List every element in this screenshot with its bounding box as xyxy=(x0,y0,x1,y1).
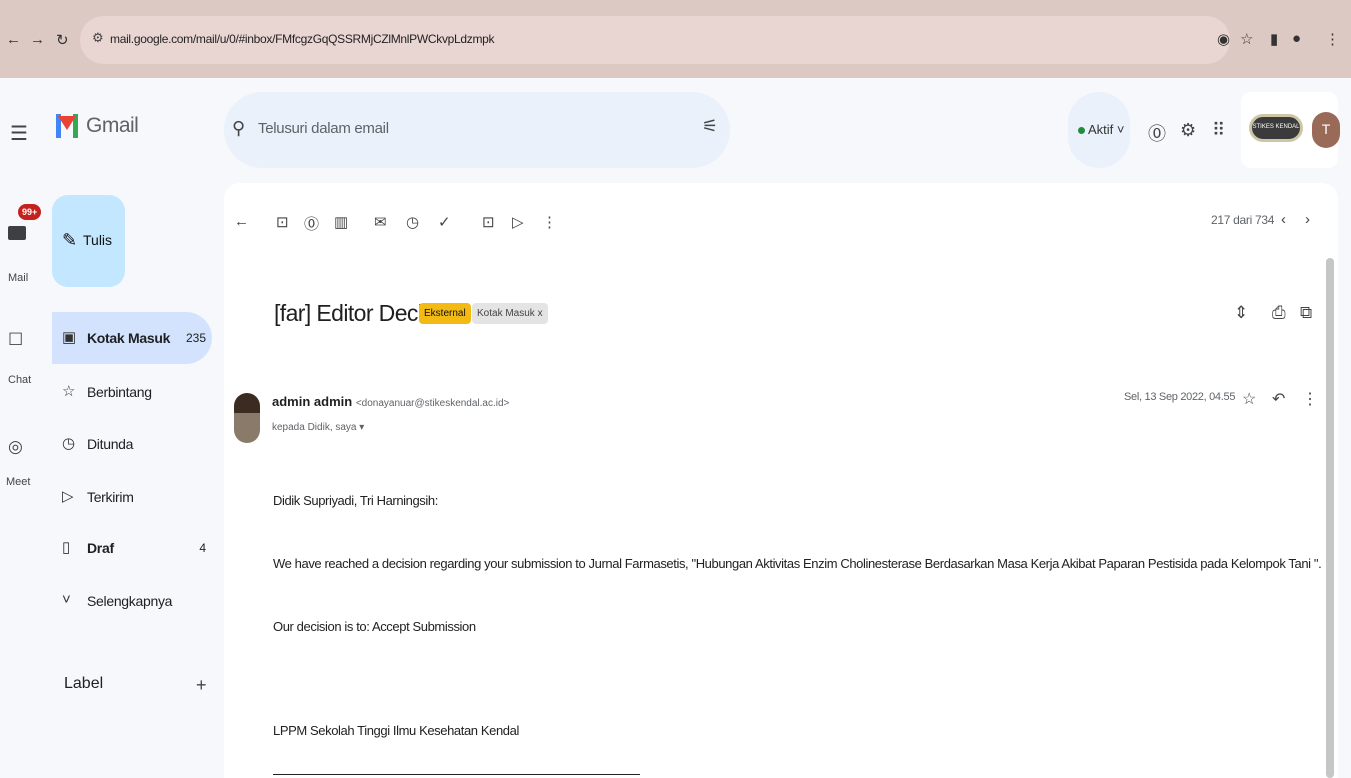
nav-item-count: 4 xyxy=(199,541,206,555)
draft-icon: ▯ xyxy=(62,539,71,556)
reload-icon[interactable]: ↻ xyxy=(56,31,69,49)
newer-chevron-icon[interactable]: ‹ xyxy=(1281,211,1286,228)
body-decision: Our decision is to: Accept Submission xyxy=(273,619,476,634)
nav-item-label: Terkirim xyxy=(87,489,134,505)
sender-email: <donayanuar@stikeskendal.ac.id> xyxy=(355,398,510,409)
sender-avatar[interactable] xyxy=(234,393,260,443)
sender-name[interactable]: admin admin xyxy=(272,394,352,409)
avatar[interactable]: T xyxy=(1312,112,1340,148)
mail-icon xyxy=(8,226,26,240)
more-options-icon[interactable]: ⋮ xyxy=(542,213,557,231)
message-view: ← ⊡ ⓪ ▥ ✉ ◷ ✓ ⊡ ▷ ⋮ 217 dari 734 ‹ › [fa… xyxy=(224,183,1338,778)
active-status-dot xyxy=(1078,127,1085,134)
help-icon[interactable]: ⓪ xyxy=(1148,120,1166,146)
rail-chat-label: Chat xyxy=(8,374,32,386)
labels-heading: Label xyxy=(64,675,104,692)
chevron-down-icon: ˅ xyxy=(62,591,71,608)
meet-icon[interactable]: ◎ xyxy=(8,437,23,457)
rail-mail[interactable]: 99+ xyxy=(8,204,42,240)
rail-mail-label: Mail xyxy=(8,272,29,284)
nav-item-label: Draf xyxy=(87,540,114,556)
gmail-m-icon xyxy=(56,114,78,138)
body-greeting: Didik Supriyadi, Tri Harningsih: xyxy=(273,493,438,508)
gmail-logo[interactable]: Gmail xyxy=(56,114,139,138)
nav-item-count: 235 xyxy=(185,331,206,345)
star-icon: ☆ xyxy=(62,383,76,400)
message-date: Sel, 13 Sep 2022, 04.55 xyxy=(1124,391,1236,403)
search-options-icon[interactable]: ⚟ xyxy=(702,116,718,137)
clock-icon: ◷ xyxy=(62,435,76,452)
pencil-icon: ✎ xyxy=(62,230,78,250)
mark-unread-icon[interactable]: ✉ xyxy=(374,213,387,231)
recipients-toggle[interactable]: kepada Didik, saya ▾ xyxy=(272,422,364,433)
browser-toolbar: ← → ↻ ⚙ mail.google.com/mail/u/0/#inbox/… xyxy=(0,0,1351,78)
mail-unread-badge: 99+ xyxy=(18,204,42,220)
apps-grid-icon[interactable]: ⠿ xyxy=(1212,120,1225,141)
bookmark-star-icon[interactable]: ☆ xyxy=(1240,30,1253,48)
org-logo: STIKES KENDAL xyxy=(1249,114,1303,142)
site-settings-icon[interactable]: ⚙ xyxy=(92,30,104,46)
divider xyxy=(273,774,640,775)
reply-icon[interactable]: ↶ xyxy=(1272,389,1285,409)
older-chevron-icon[interactable]: › xyxy=(1305,211,1310,228)
status-label: Aktif ˅ xyxy=(1088,122,1125,137)
nav-item-drafts[interactable]: ▯ Draf 4 xyxy=(52,522,212,574)
nav-item-starred[interactable]: ☆ Berbintang xyxy=(52,366,212,418)
nav-item-label: Selengkapnya xyxy=(87,593,173,609)
account-area[interactable]: STIKES KENDAL T xyxy=(1241,92,1340,168)
nav-item-label: Berbintang xyxy=(87,384,152,400)
app-name: Gmail xyxy=(86,114,139,137)
body-signature: LPPM Sekolah Tinggi Ilmu Kesehatan Kenda… xyxy=(273,723,519,738)
status-selector[interactable]: Aktif ˅ xyxy=(1068,92,1130,168)
inbox-label-chip[interactable]: Kotak Masuk x xyxy=(472,303,548,324)
settings-gear-icon[interactable]: ⚙ xyxy=(1180,120,1196,141)
expand-collapse-icon[interactable]: ⇕ xyxy=(1234,303,1248,323)
search-bar[interactable]: ⚲ Telusuri dalam email ⚟ xyxy=(224,92,730,168)
address-bar[interactable]: ⚙ mail.google.com/mail/u/0/#inbox/FMfcgz… xyxy=(80,16,1230,64)
url-text: mail.google.com/mail/u/0/#inbox/FMfcgzGq… xyxy=(110,32,495,46)
open-new-window-icon[interactable]: ⧉ xyxy=(1300,303,1312,323)
nav-item-label: Ditunda xyxy=(87,436,134,452)
search-input[interactable]: Telusuri dalam email xyxy=(258,120,389,137)
add-task-icon[interactable]: ✓ xyxy=(438,213,451,231)
forward-arrow-icon[interactable]: → xyxy=(30,31,45,48)
move-to-icon[interactable]: ⊡ xyxy=(482,213,495,231)
nav-item-more[interactable]: ˅ Selengkapnya xyxy=(52,575,212,627)
archive-icon[interactable]: ⊡ xyxy=(276,213,289,231)
body-paragraph: We have reached a decision regarding you… xyxy=(273,556,1322,571)
inbox-icon: ▣ xyxy=(62,329,77,346)
nav-item-inbox[interactable]: ▣ Kotak Masuk 235 xyxy=(52,312,212,364)
report-spam-icon[interactable]: ⓪ xyxy=(304,213,319,234)
nav-item-snoozed[interactable]: ◷ Ditunda xyxy=(52,418,212,470)
send-icon: ▷ xyxy=(62,488,74,505)
profile-icon[interactable]: ● xyxy=(1292,30,1301,47)
scrollbar[interactable] xyxy=(1326,258,1334,778)
sidepanel-icon[interactable]: ▮ xyxy=(1270,30,1278,48)
compose-button[interactable]: ✎ Tulis xyxy=(52,195,125,287)
message-more-icon[interactable]: ⋮ xyxy=(1302,389,1318,409)
nav-item-sent[interactable]: ▷ Terkirim xyxy=(52,471,212,523)
compose-label: Tulis xyxy=(83,232,113,248)
sender-line: admin admin <donayanuar@stikeskendal.ac.… xyxy=(272,394,509,409)
star-icon[interactable]: ☆ xyxy=(1242,389,1256,409)
back-arrow-icon[interactable]: ← xyxy=(6,31,21,48)
back-to-inbox-icon[interactable]: ← xyxy=(234,213,249,230)
add-label-icon[interactable]: + xyxy=(196,675,207,696)
pagination-text: 217 dari 734 xyxy=(1211,213,1275,227)
chat-icon[interactable]: ☐ xyxy=(8,330,23,350)
browser-menu-icon[interactable]: ⋮ xyxy=(1325,30,1340,48)
main-menu-icon[interactable]: ☰ xyxy=(10,121,28,146)
delete-icon[interactable]: ▥ xyxy=(334,213,348,231)
extension-icon[interactable]: ◉ xyxy=(1217,30,1230,48)
rail-meet-label: Meet xyxy=(6,476,31,488)
search-icon[interactable]: ⚲ xyxy=(232,118,245,139)
snooze-icon[interactable]: ◷ xyxy=(406,213,419,231)
print-icon[interactable]: ⎙ xyxy=(1272,303,1286,323)
nav-item-label: Kotak Masuk xyxy=(87,330,171,346)
label-icon[interactable]: ▷ xyxy=(512,213,524,231)
external-label-chip: Eksternal xyxy=(419,303,471,324)
